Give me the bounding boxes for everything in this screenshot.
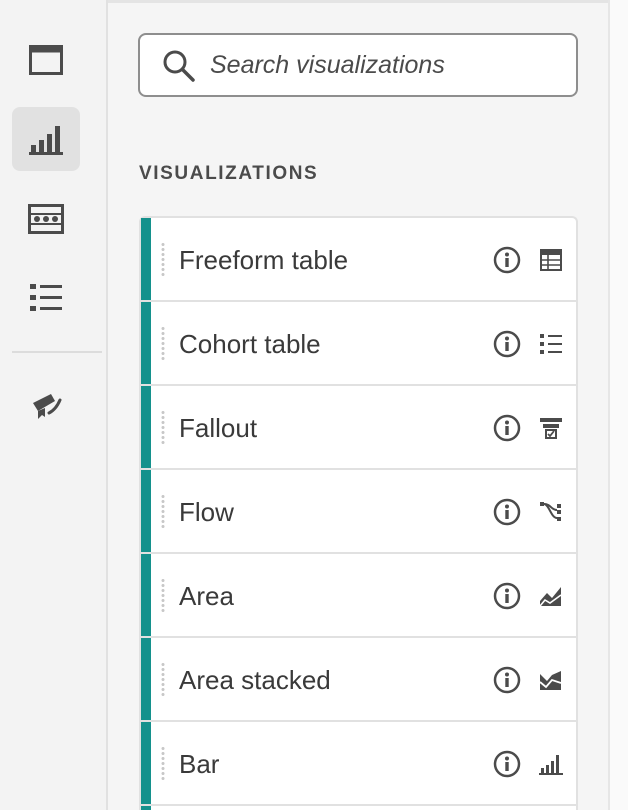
brush-icon — [33, 394, 62, 419]
info-icon[interactable] — [493, 498, 521, 526]
panel-icon — [29, 45, 63, 75]
flow-icon — [540, 502, 561, 521]
visualizations-list: Freeform table Cohort table Fallout Flow… — [139, 216, 578, 810]
accent-bar — [141, 806, 151, 810]
list-item-label: Flow — [179, 497, 234, 527]
search-box — [138, 33, 578, 97]
drag-handle[interactable] — [161, 242, 165, 278]
list-item-label: Freeform table — [179, 245, 349, 275]
list-item-label: Fallout — [179, 413, 258, 443]
info-icon[interactable] — [493, 750, 521, 778]
list-item[interactable]: Freeform table — [141, 218, 576, 302]
bar-chart-icon — [29, 126, 63, 155]
drag-handle[interactable] — [161, 326, 165, 362]
components-icon — [28, 204, 64, 234]
list-item-label: Area stacked — [179, 665, 331, 695]
section-title: VISUALIZATIONS — [139, 163, 319, 184]
accent-bar — [141, 722, 151, 804]
accent-bar — [141, 554, 151, 636]
area-chart-icon — [539, 587, 562, 607]
list-item[interactable]: Bar — [141, 722, 576, 806]
info-icon[interactable] — [493, 330, 521, 358]
drag-handle[interactable] — [161, 578, 165, 614]
rail-components-button[interactable] — [12, 187, 80, 251]
scrollbar-track[interactable] — [608, 0, 628, 810]
list-item-partial[interactable] — [141, 806, 576, 810]
accent-bar — [141, 302, 151, 384]
rail-visualizations-button[interactable] — [12, 107, 80, 171]
list-item-label: Cohort table — [179, 329, 321, 359]
table-icon — [540, 249, 562, 271]
rail-panels-button[interactable] — [12, 28, 80, 92]
accent-bar — [141, 218, 151, 300]
info-icon[interactable] — [493, 414, 521, 442]
search-icon — [163, 50, 195, 82]
funnel-icon — [540, 418, 562, 439]
list-item[interactable]: Area stacked — [141, 638, 576, 722]
info-icon[interactable] — [493, 582, 521, 610]
search-input[interactable] — [210, 47, 560, 83]
numbered-list-icon — [540, 334, 562, 354]
drag-handle[interactable] — [161, 410, 165, 446]
list-item-label: Area — [179, 581, 234, 611]
rail-divider — [12, 351, 102, 353]
drag-handle[interactable] — [161, 662, 165, 698]
accent-bar — [141, 386, 151, 468]
list-item[interactable]: Fallout — [141, 386, 576, 470]
rail-list-button[interactable] — [12, 266, 80, 330]
accent-bar — [141, 638, 151, 720]
rail-annotations-button[interactable] — [12, 373, 80, 437]
drag-handle[interactable] — [161, 494, 165, 530]
info-icon[interactable] — [493, 246, 521, 274]
drag-handle[interactable] — [161, 746, 165, 782]
bar-chart-icon — [539, 755, 563, 775]
left-rail — [0, 0, 108, 810]
list-item[interactable]: Flow — [141, 470, 576, 554]
list-item[interactable]: Cohort table — [141, 302, 576, 386]
list-icon — [30, 284, 62, 311]
list-item-label: Bar — [179, 749, 220, 779]
area-stacked-icon — [539, 671, 562, 690]
accent-bar — [141, 470, 151, 552]
info-icon[interactable] — [493, 666, 521, 694]
list-item[interactable]: Area — [141, 554, 576, 638]
